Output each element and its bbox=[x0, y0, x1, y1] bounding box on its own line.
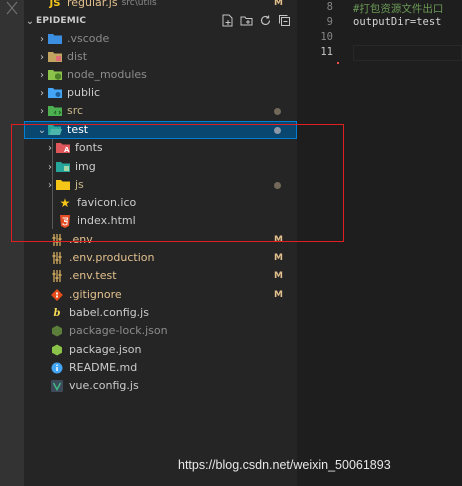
new-file-icon[interactable] bbox=[221, 14, 234, 27]
tree-item-test[interactable]: ⌄ test bbox=[24, 121, 297, 139]
src-folder-icon bbox=[48, 104, 62, 118]
chevron-right-icon: › bbox=[48, 142, 52, 154]
tree-item-dist[interactable]: › dist bbox=[24, 48, 297, 66]
explorer-sidebar: JS regular.js src\utils M ⌄ EPIDEMIC › .… bbox=[24, 0, 297, 486]
tree-item-package-json[interactable]: package.json bbox=[24, 341, 297, 359]
refresh-icon[interactable] bbox=[259, 14, 272, 27]
nodejs-icon bbox=[50, 324, 64, 338]
public-folder-icon bbox=[48, 86, 62, 100]
tree-item-regular-js[interactable]: JS regular.js src\utils M bbox=[24, 0, 297, 12]
modified-dot-indicator bbox=[274, 182, 281, 189]
tree-item-src[interactable]: › src bbox=[24, 102, 297, 120]
chevron-right-icon: › bbox=[48, 179, 52, 191]
star-icon: ★ bbox=[59, 196, 71, 210]
activity-bar bbox=[0, 0, 24, 486]
chevron-right-icon: › bbox=[40, 105, 44, 117]
modified-dot-indicator bbox=[274, 108, 281, 115]
tree-item-package-lock[interactable]: package-lock.json bbox=[24, 322, 297, 340]
dist-folder-icon bbox=[48, 50, 62, 64]
chevron-down-icon: ⌄ bbox=[25, 15, 35, 27]
source-control-icon[interactable] bbox=[4, 0, 20, 16]
tree-item-js[interactable]: › js bbox=[24, 176, 297, 194]
babel-icon: b bbox=[53, 307, 61, 319]
svg-text:A: A bbox=[64, 146, 70, 154]
explorer-section-header[interactable]: ⌄ EPIDEMIC bbox=[24, 12, 297, 30]
env-settings-icon bbox=[50, 269, 64, 283]
tree-item-env-test[interactable]: .env.test M bbox=[24, 267, 297, 285]
node-modules-folder-icon bbox=[48, 68, 62, 82]
chevron-right-icon: › bbox=[48, 161, 52, 173]
nodejs-icon bbox=[50, 343, 64, 357]
code-line: 8 #打包资源文件出口 bbox=[326, 1, 444, 15]
vue-config-icon bbox=[50, 379, 64, 393]
env-settings-icon bbox=[50, 251, 64, 265]
tree-item-node-modules[interactable]: › node_modules bbox=[24, 66, 297, 84]
code-line: 9 outputDir=test bbox=[326, 16, 442, 28]
editor-pane[interactable]: 8 #打包资源文件出口 9 outputDir=test 10 11 bbox=[297, 0, 462, 486]
tree-item-gitignore[interactable]: .gitignore M bbox=[24, 286, 297, 304]
chevron-right-icon: › bbox=[40, 87, 44, 99]
git-icon bbox=[50, 288, 64, 302]
tree-item-img[interactable]: › img bbox=[24, 158, 297, 176]
workspace-title: EPIDEMIC bbox=[36, 16, 87, 26]
current-line-highlight bbox=[353, 45, 462, 61]
js-folder-icon bbox=[56, 178, 70, 192]
code-line: 10 bbox=[320, 31, 333, 43]
img-folder-icon bbox=[56, 160, 70, 174]
vscode-folder-icon bbox=[48, 32, 62, 46]
new-folder-icon[interactable] bbox=[240, 14, 253, 27]
tree-item-env[interactable]: .env M bbox=[24, 231, 297, 249]
tree-item-public[interactable]: › public bbox=[24, 84, 297, 102]
chevron-right-icon: › bbox=[40, 51, 44, 63]
js-file-icon: JS bbox=[49, 0, 61, 9]
glyph-margin-marker bbox=[337, 62, 339, 64]
info-icon bbox=[50, 361, 64, 375]
collapse-all-icon[interactable] bbox=[278, 14, 291, 27]
fonts-folder-icon: A bbox=[56, 141, 70, 155]
tree-item-babel-config[interactable]: b babel.config.js bbox=[24, 304, 297, 322]
chevron-right-icon: › bbox=[40, 69, 44, 81]
tree-item-favicon[interactable]: ★ favicon.ico bbox=[24, 194, 297, 212]
watermark: https://blog.csdn.net/weixin_50061893 bbox=[178, 458, 391, 472]
tree-item-env-production[interactable]: .env.production M bbox=[24, 249, 297, 267]
tree-item-vue-config[interactable]: vue.config.js bbox=[24, 377, 297, 395]
chevron-down-icon: ⌄ bbox=[37, 124, 47, 136]
chevron-right-icon: › bbox=[40, 33, 44, 45]
tree-item-readme[interactable]: README.md bbox=[24, 359, 297, 377]
tree-item-fonts[interactable]: › A fonts bbox=[24, 139, 297, 157]
tree-item-vscode[interactable]: › . vscode bbox=[24, 30, 297, 48]
modified-dot-indicator bbox=[274, 127, 281, 134]
test-folder-open-icon bbox=[48, 123, 62, 137]
html-file-icon bbox=[58, 214, 72, 228]
env-settings-icon bbox=[50, 233, 64, 247]
tree-item-index-html[interactable]: index.html bbox=[24, 212, 297, 230]
